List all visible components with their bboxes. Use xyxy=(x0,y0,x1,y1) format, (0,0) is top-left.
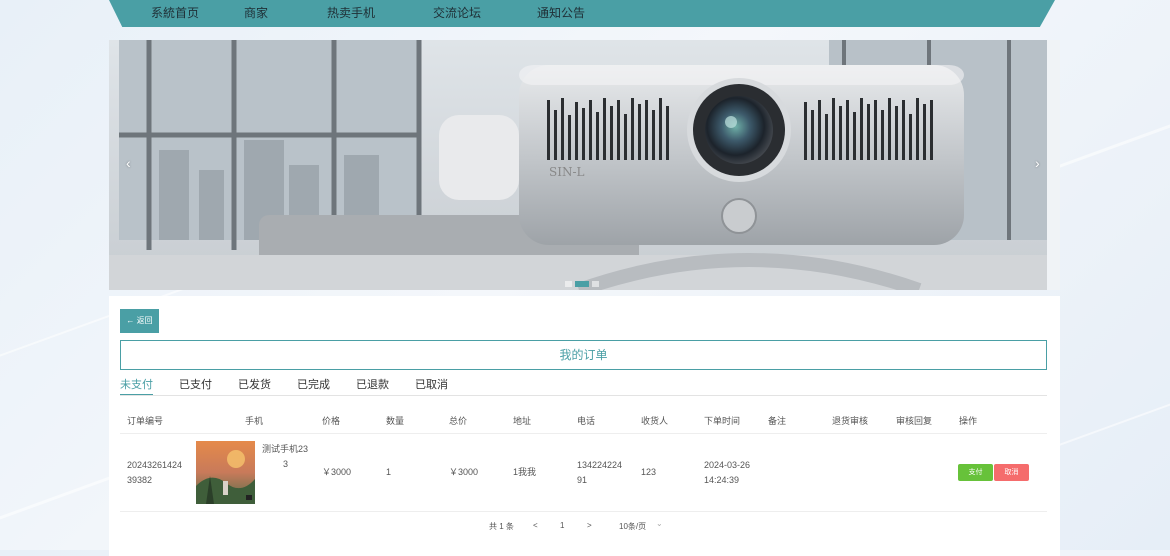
carousel-next-icon[interactable]: › xyxy=(1035,155,1040,171)
time-line1: 2024-03-26 xyxy=(704,460,751,470)
col-quantity: 数量 xyxy=(386,416,405,426)
carousel-indicators xyxy=(565,281,599,287)
pagination-page[interactable]: 1 xyxy=(560,521,564,530)
tab-completed[interactable]: 已完成 xyxy=(297,376,330,394)
back-button[interactable]: ← 返回 xyxy=(120,309,159,333)
table-divider xyxy=(120,511,1047,512)
col-actions: 操作 xyxy=(959,416,978,426)
table-divider xyxy=(120,433,1047,434)
chevron-down-icon[interactable]: ⌄ xyxy=(656,519,663,528)
tab-refunded[interactable]: 已退款 xyxy=(356,376,389,394)
pay-button[interactable]: 支付 xyxy=(958,464,993,481)
tel-line1: 134224224 xyxy=(577,460,623,470)
pagination-next-icon[interactable]: > xyxy=(587,521,592,530)
col-total: 总价 xyxy=(449,416,468,426)
order-no-line1: 20243261424 xyxy=(127,460,183,470)
top-nav: 系統首页 商家 热卖手机 交流论坛 通知公告 xyxy=(109,0,1055,27)
receiver-cell: 123 xyxy=(641,467,657,477)
order-no-line2: 39382 xyxy=(127,475,153,485)
address-cell: 1我我 xyxy=(513,467,537,477)
col-audit-reply: 审核回复 xyxy=(896,416,933,426)
quantity-cell: 1 xyxy=(386,467,392,477)
col-order-time: 下单时间 xyxy=(704,416,741,426)
phone-thumbnail[interactable] xyxy=(196,441,255,504)
nav-home[interactable]: 系統首页 xyxy=(151,4,199,21)
nav-forum[interactable]: 交流论坛 xyxy=(433,4,481,21)
pagination-prev-icon[interactable]: < xyxy=(533,521,538,530)
col-price: 价格 xyxy=(322,416,341,426)
col-remark: 备注 xyxy=(768,416,787,426)
price-cell: ￥3000 xyxy=(322,467,352,477)
tab-paid[interactable]: 已支付 xyxy=(179,376,212,394)
banner-edge xyxy=(1047,40,1060,290)
col-phone: 手机 xyxy=(245,416,264,426)
phone-name-line2: 3 xyxy=(283,459,289,469)
tab-unpaid[interactable]: 未支付 xyxy=(120,376,153,395)
order-status-tabs: 未支付 已支付 已发货 已完成 已退款 已取消 xyxy=(120,376,1047,396)
banner-image: SIN-L xyxy=(109,40,1047,290)
carousel-dot-active[interactable] xyxy=(575,281,589,287)
pagination-total: 共 1 条 xyxy=(489,522,514,531)
total-cell: ￥3000 xyxy=(449,467,479,477)
col-address: 地址 xyxy=(513,416,532,426)
banner-carousel[interactable]: SIN-L ‹ › xyxy=(109,40,1060,290)
col-receiver: 收货人 xyxy=(641,416,669,426)
nav-notice[interactable]: 通知公告 xyxy=(537,4,585,21)
banner-brand-text: SIN-L xyxy=(549,165,585,179)
carousel-prev-icon[interactable]: ‹ xyxy=(126,155,131,171)
page-title: 我的订单 xyxy=(120,340,1047,370)
time-line2: 14:24:39 xyxy=(704,475,740,485)
carousel-dot[interactable] xyxy=(592,281,599,287)
cancel-order-button[interactable]: 取消 xyxy=(994,464,1029,481)
tab-cancelled[interactable]: 已取消 xyxy=(415,376,448,394)
col-order-no: 订单编号 xyxy=(127,416,164,426)
col-return-audit: 退货审核 xyxy=(832,416,869,426)
page-size-select[interactable]: 10条/页 xyxy=(619,521,646,532)
nav-merchant[interactable]: 商家 xyxy=(244,4,268,21)
phone-name-line1[interactable]: 测试手机23 xyxy=(262,442,308,457)
orders-panel: ← 返回 我的订单 未支付 已支付 已发货 已完成 已退款 已取消 订单编号 手… xyxy=(109,296,1060,556)
carousel-dot[interactable] xyxy=(565,281,572,287)
nav-hot-phones[interactable]: 热卖手机 xyxy=(327,4,375,21)
tab-shipped[interactable]: 已发货 xyxy=(238,376,271,394)
tel-line2: 91 xyxy=(577,475,588,485)
col-tel: 电话 xyxy=(577,416,596,426)
